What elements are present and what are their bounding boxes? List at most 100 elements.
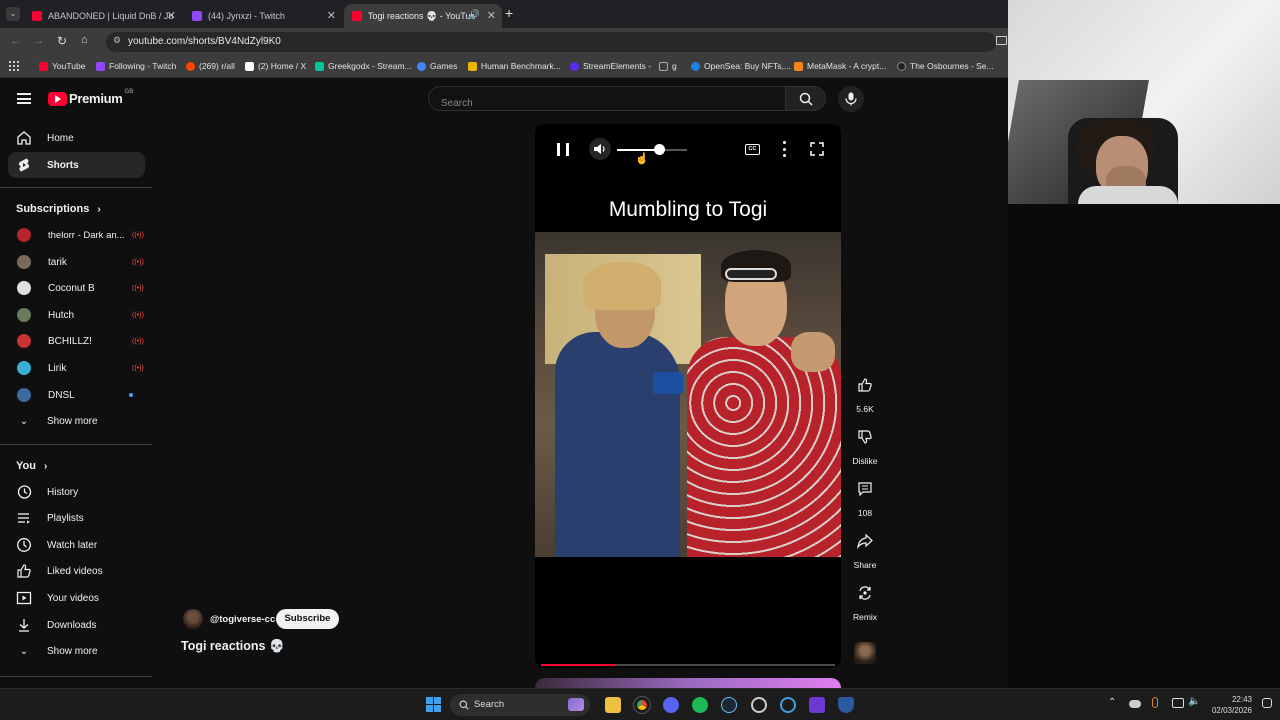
sidebar-item-home[interactable]: Home xyxy=(8,125,145,151)
sidebar-show-more-subscriptions[interactable]: ⌄ Show more xyxy=(8,408,145,434)
sidebar-item-playlists[interactable]: Playlists xyxy=(8,505,145,531)
subscriptions-heading[interactable]: Subscriptions › xyxy=(16,203,101,215)
search-icon xyxy=(459,700,469,710)
browser-tab-2[interactable]: (44) Jynxzi - Twitch ✕ xyxy=(184,4,342,28)
clock-date: 02/03/2026 xyxy=(1211,706,1252,715)
new-tab-icon[interactable]: + xyxy=(505,5,513,21)
dislike-button[interactable] xyxy=(850,422,880,452)
reload-icon[interactable]: ↻ xyxy=(57,34,67,48)
browser-tab-1[interactable]: ABANDONED | Liquid DnB / Ju ✕ xyxy=(24,4,182,28)
share-button[interactable] xyxy=(850,526,880,556)
close-tab-icon[interactable]: ✕ xyxy=(487,9,496,22)
like-button[interactable] xyxy=(850,370,880,400)
notifications-icon[interactable] xyxy=(1262,698,1272,708)
grid-app-icon[interactable] xyxy=(809,697,825,713)
voice-search-button[interactable] xyxy=(838,86,864,112)
sidebar-item-history[interactable]: History xyxy=(8,479,145,505)
sidebar-sub-coconut-b[interactable]: Coconut B ((•)) xyxy=(8,275,145,301)
url-bar[interactable]: ⚙ youtube.com/shorts/BV4NdZyl9K0 xyxy=(106,32,996,52)
apps-grid-icon[interactable] xyxy=(9,61,19,71)
bookmark-youtube[interactable]: YouTube xyxy=(39,61,85,71)
search-box[interactable]: Search xyxy=(428,86,786,111)
chrome-icon[interactable] xyxy=(633,696,651,714)
like-action[interactable]: 5.6K xyxy=(848,370,882,414)
spotify-icon[interactable] xyxy=(692,697,708,713)
share-action[interactable]: Share xyxy=(848,526,882,570)
sidebar-sub-tarik[interactable]: tarik ((•)) xyxy=(8,249,145,275)
comments-button[interactable] xyxy=(850,474,880,504)
site-info-icon[interactable]: ⚙ xyxy=(113,35,121,46)
dislike-action[interactable]: Dislike xyxy=(848,422,882,466)
bookmark-reddit[interactable]: (269) r/all xyxy=(186,61,235,71)
fullscreen-icon[interactable] xyxy=(810,142,824,156)
start-button[interactable] xyxy=(426,697,441,712)
next-short-preview[interactable] xyxy=(535,678,841,688)
comments-action[interactable]: 108 xyxy=(848,474,882,518)
bookmark-games[interactable]: Games xyxy=(417,61,457,71)
cast-icon[interactable] xyxy=(996,36,1007,45)
channel-handle[interactable]: @togiverse-cc xyxy=(210,614,275,625)
bookmark-twitch-following[interactable]: Following - Twitch xyxy=(96,61,176,71)
network-icon[interactable] xyxy=(1172,698,1184,708)
subscribe-button[interactable]: Subscribe xyxy=(276,609,339,629)
more-options-icon[interactable] xyxy=(783,141,786,157)
sidebar-item-downloads[interactable]: Downloads xyxy=(8,612,145,638)
audio-playing-icon[interactable]: 🔊 xyxy=(469,9,480,20)
browser-tab-3-active[interactable]: Togi reactions 💀 - YouTub 🔊 ✕ xyxy=(344,4,502,28)
bookmark-opensea[interactable]: OpenSea: Buy NFTs,... xyxy=(691,61,791,71)
sidebar-show-more-you[interactable]: ⌄ Show more xyxy=(8,638,145,664)
bookmark-osbournes[interactable]: The Osbournes - Se... xyxy=(897,61,994,71)
sidebar-item-watch-later[interactable]: Watch later xyxy=(8,532,145,558)
app-icon[interactable] xyxy=(780,697,796,713)
tray-expand-icon[interactable]: ⌃ xyxy=(1108,697,1116,708)
download-icon xyxy=(19,619,29,632)
menu-icon[interactable] xyxy=(17,93,31,104)
volume-slider-track[interactable] xyxy=(617,144,687,155)
remix-action[interactable]: Remix xyxy=(848,578,882,622)
back-icon[interactable]: ← xyxy=(10,35,21,47)
bookmark-metamask[interactable]: MetaMask - A crypt... xyxy=(794,61,886,71)
sidebar-item-label: Liked videos xyxy=(47,565,103,577)
forward-icon[interactable]: → xyxy=(33,35,44,47)
steam-icon[interactable] xyxy=(721,697,737,713)
sound-source-thumbnail[interactable] xyxy=(854,642,876,664)
discord-icon[interactable] xyxy=(663,697,679,713)
sidebar-item-your-videos[interactable]: Your videos xyxy=(8,585,145,611)
playback-progress-track[interactable] xyxy=(541,664,835,666)
tab-search-icon[interactable]: ⌄ xyxy=(6,7,20,21)
sidebar-sub-hutch[interactable]: Hutch ((•)) xyxy=(8,302,145,328)
volume-button[interactable] xyxy=(589,138,611,160)
shorts-player[interactable]: Mumbling to Togi ☝ CC xyxy=(535,124,841,668)
channel-avatar[interactable] xyxy=(183,609,203,629)
you-heading[interactable]: You › xyxy=(16,460,47,472)
sidebar-sub-lirik[interactable]: Lirik ((•)) xyxy=(8,355,145,381)
bookmark-greekgodx[interactable]: Greekgodx - Stream... xyxy=(315,61,412,71)
sidebar-sub-dnsl[interactable]: DNSL xyxy=(8,382,145,408)
search-button[interactable] xyxy=(786,86,826,111)
file-explorer-icon[interactable] xyxy=(605,697,621,713)
clock[interactable]: 22:43 02/03/2026 xyxy=(1206,694,1252,716)
remix-button[interactable] xyxy=(850,578,880,608)
pause-button[interactable] xyxy=(557,143,569,156)
close-tab-icon[interactable]: ✕ xyxy=(327,9,336,22)
bookmark-x-home[interactable]: (2) Home / X xyxy=(245,61,306,71)
bookmark-human-benchmark[interactable]: Human Benchmark... xyxy=(468,61,561,71)
taskbar-search-box[interactable]: Search xyxy=(450,694,590,716)
bookmark-folder-g[interactable]: g xyxy=(659,61,677,71)
volume-slider-handle[interactable] xyxy=(653,144,665,155)
bookmark-streamelements[interactable]: StreamElements - xyxy=(570,61,651,71)
onedrive-icon[interactable] xyxy=(1129,700,1141,708)
sidebar-item-liked-videos[interactable]: Liked videos xyxy=(8,558,145,584)
speaker-icon[interactable]: 🔈 xyxy=(1188,696,1200,707)
home-browser-icon[interactable]: ⌂ xyxy=(81,34,88,46)
search-input[interactable]: Search xyxy=(441,98,473,109)
shield-icon[interactable] xyxy=(838,697,854,713)
close-tab-icon[interactable]: ✕ xyxy=(167,9,176,22)
sidebar-item-shorts[interactable]: Shorts xyxy=(8,152,145,178)
sidebar-sub-thelorr[interactable]: thelorr - Dark an... ((•)) xyxy=(8,222,145,248)
youtube-premium-logo[interactable]: Premium GB xyxy=(48,89,133,106)
sidebar-sub-bchillz[interactable]: BCHILLZ! ((•)) xyxy=(8,328,145,354)
settings-icon[interactable] xyxy=(751,697,767,713)
captions-button[interactable]: CC xyxy=(745,144,760,155)
microphone-tray-icon[interactable] xyxy=(1152,697,1158,708)
